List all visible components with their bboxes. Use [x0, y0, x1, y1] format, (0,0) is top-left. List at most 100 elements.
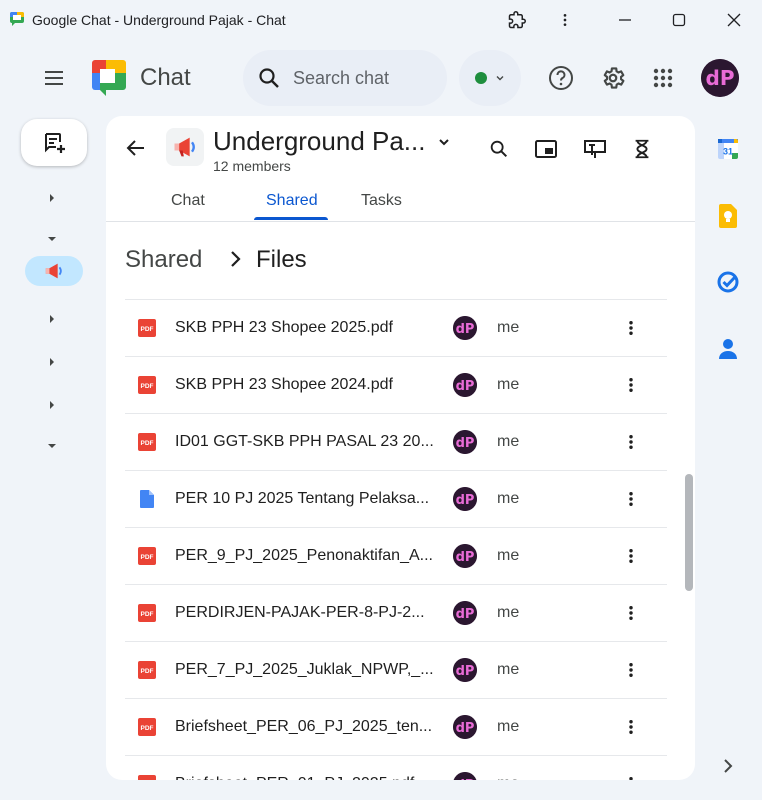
file-name[interactable]: PER_7_PJ_2025_Juklak_NPWP,_... — [175, 661, 434, 679]
section-expand-arrow[interactable] — [44, 311, 60, 327]
tab-tasks[interactable]: Tasks — [361, 192, 402, 210]
gear-icon — [603, 67, 625, 89]
svg-text:PDF: PDF — [141, 725, 154, 732]
file-more-button[interactable] — [617, 542, 645, 570]
scrollbar-thumb[interactable] — [685, 474, 693, 591]
more-vert-icon — [629, 777, 633, 780]
search-box[interactable] — [243, 50, 447, 106]
file-row[interactable]: PDF ID01 GGT-SKB PPH PASAL 23 20... dP m… — [125, 413, 667, 470]
file-name[interactable]: Briefsheet_PER_01_PJ_2025.pdf — [175, 775, 414, 780]
picture-in-picture-icon — [535, 140, 557, 158]
section-collapse-arrow[interactable] — [44, 438, 60, 454]
open-in-popup-button[interactable] — [531, 134, 561, 164]
file-more-button[interactable] — [617, 428, 645, 456]
extensions-icon[interactable] — [503, 6, 531, 34]
tasks-app-button[interactable] — [716, 270, 740, 294]
new-chat-button[interactable] — [21, 119, 87, 166]
avatar-image: dP — [453, 316, 477, 340]
file-more-button[interactable] — [617, 770, 645, 780]
file-row[interactable]: PDF Briefsheet_PER_06_PJ_2025_ten... dP … — [125, 698, 667, 755]
owner-avatar: dP — [453, 601, 477, 625]
main-menu-button[interactable] — [34, 58, 74, 98]
file-name[interactable]: ID01 GGT-SKB PPH PASAL 23 20... — [175, 433, 434, 451]
apps-button[interactable] — [643, 58, 683, 98]
file-owner: me — [497, 775, 519, 780]
tab-chat[interactable]: Chat — [171, 192, 205, 210]
rail-space-underground-pajak[interactable] — [25, 256, 83, 286]
file-row[interactable]: PDF Briefsheet_PER_01_PJ_2025.pdf dP me — [125, 755, 667, 780]
file-name[interactable]: PER_9_PJ_2025_Penonaktifan_A... — [175, 547, 433, 565]
file-row[interactable]: PDF PER_9_PJ_2025_Penonaktifan_A... dP m… — [125, 527, 667, 584]
file-name[interactable]: Briefsheet_PER_06_PJ_2025_ten... — [175, 718, 432, 736]
pin-button[interactable] — [580, 134, 610, 164]
file-row[interactable]: PER 10 PJ 2025 Tentang Pelaksa... dP me — [125, 470, 667, 527]
owner-avatar: dP — [453, 544, 477, 568]
file-name[interactable]: PERDIRJEN-PAJAK-PER-8-PJ-2... — [175, 604, 425, 622]
section-expand-arrow[interactable] — [44, 190, 60, 206]
file-row[interactable]: PDF PERDIRJEN-PAJAK-PER-8-PJ-2... dP me — [125, 584, 667, 641]
keep-app-button[interactable] — [716, 204, 740, 228]
minimize-icon[interactable] — [611, 6, 639, 34]
file-more-button[interactable] — [617, 656, 645, 684]
contacts-app-button[interactable] — [716, 337, 740, 361]
caret-right-icon — [50, 315, 54, 323]
owner-avatar: dP — [453, 430, 477, 454]
file-more-button[interactable] — [617, 713, 645, 741]
file-name[interactable]: PER 10 PJ 2025 Tentang Pelaksa... — [175, 490, 429, 508]
more-vert-icon — [629, 549, 633, 563]
chevron-down-icon — [496, 76, 504, 81]
settings-button[interactable] — [593, 58, 633, 98]
space-menu-toggle[interactable] — [434, 132, 454, 152]
hourglass-icon — [635, 139, 649, 159]
member-count[interactable]: 12 members — [213, 158, 291, 174]
file-owner: me — [497, 376, 520, 393]
file-more-button[interactable] — [617, 599, 645, 627]
file-row[interactable]: PDF PER_7_PJ_2025_Juklak_NPWP,_... dP me — [125, 641, 667, 698]
svg-text:PDF: PDF — [141, 554, 154, 561]
menu-icon — [45, 71, 63, 85]
more-vert-icon[interactable] — [551, 6, 579, 34]
file-name[interactable]: SKB PPH 23 Shopee 2025.pdf — [175, 319, 393, 337]
pdf-file-icon: PDF — [137, 603, 157, 623]
integrations-button[interactable] — [627, 134, 657, 164]
maximize-icon[interactable] — [665, 6, 693, 34]
svg-text:dP: dP — [456, 379, 475, 394]
close-icon[interactable] — [720, 6, 748, 34]
space-title[interactable]: Underground Pa... — [213, 126, 425, 157]
section-collapse-arrow[interactable] — [44, 231, 60, 247]
file-name[interactable]: SKB PPH 23 Shopee 2024.pdf — [175, 376, 393, 394]
calendar-icon: 31 — [718, 139, 738, 159]
account-avatar[interactable]: dP — [701, 59, 739, 97]
file-row[interactable]: PDF SKB PPH 23 Shopee 2025.pdf dP me — [125, 299, 667, 356]
help-button[interactable] — [541, 58, 581, 98]
file-row[interactable]: PDF SKB PPH 23 Shopee 2024.pdf dP me — [125, 356, 667, 413]
tab-shared[interactable]: Shared — [266, 192, 318, 210]
file-owner: me — [497, 433, 520, 450]
contacts-icon — [719, 339, 737, 359]
space-avatar — [166, 128, 204, 166]
help-icon — [549, 66, 573, 90]
breadcrumb-shared[interactable]: Shared — [125, 246, 202, 274]
more-vert-icon — [629, 663, 633, 677]
search-input[interactable] — [293, 67, 403, 89]
file-more-button[interactable] — [617, 371, 645, 399]
search-in-space-button[interactable] — [484, 134, 514, 164]
more-vert-icon — [629, 720, 633, 734]
section-expand-arrow[interactable] — [44, 354, 60, 370]
section-expand-arrow[interactable] — [44, 397, 60, 413]
calendar-app-button[interactable]: 31 — [716, 137, 740, 161]
pdf-file-icon: PDF — [137, 375, 157, 395]
owner-avatar: dP — [453, 715, 477, 739]
file-more-button[interactable] — [617, 314, 645, 342]
doc-file-icon — [137, 489, 157, 509]
svg-text:dP: dP — [456, 721, 475, 736]
caret-right-icon — [50, 358, 54, 366]
arrow-back-icon — [126, 140, 144, 156]
status-button[interactable] — [459, 50, 521, 106]
chevron-right-icon — [724, 759, 733, 773]
file-more-button[interactable] — [617, 485, 645, 513]
svg-text:dP: dP — [456, 550, 475, 565]
expand-side-panel-button[interactable] — [716, 754, 740, 778]
back-button[interactable] — [122, 134, 150, 162]
more-vert-icon — [629, 435, 633, 449]
